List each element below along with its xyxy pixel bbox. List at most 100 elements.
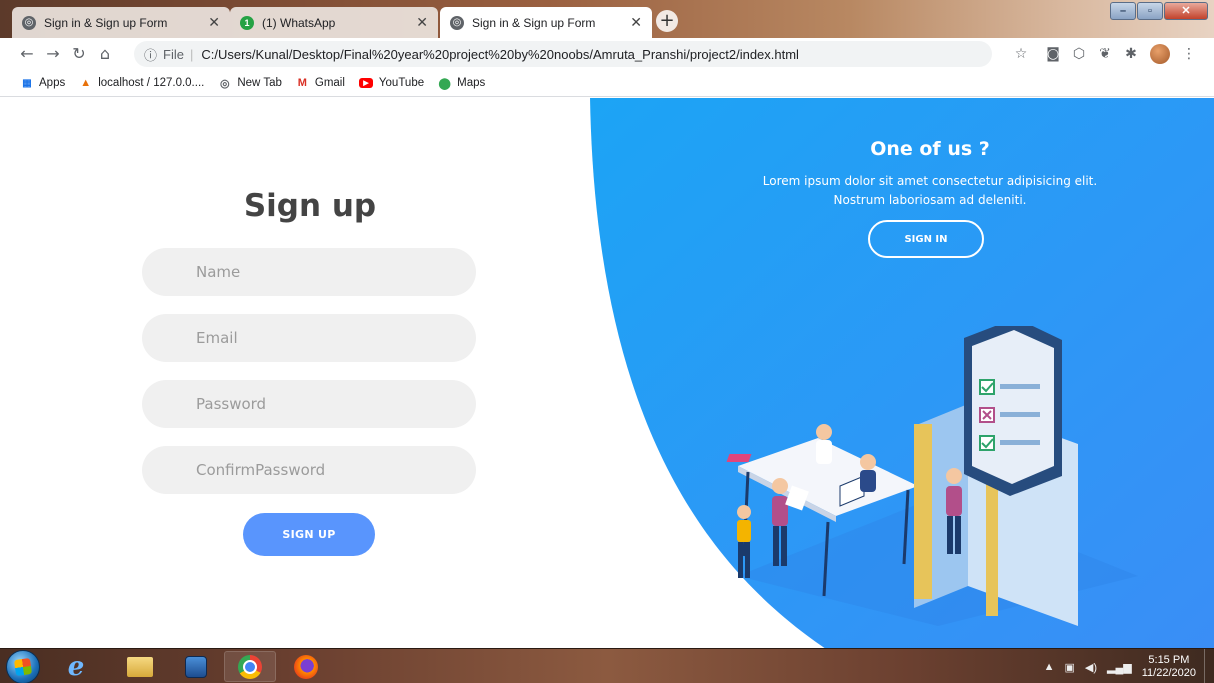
phpmyadmin-icon: ▲ xyxy=(80,77,92,89)
bookmarks-bar: ▦ Apps ▲ localhost / 127.0.0.... ◎ New T… xyxy=(0,70,1214,97)
taskbar-ie[interactable]: e xyxy=(50,651,102,682)
bookmark-label: New Tab xyxy=(237,77,282,89)
chrome-icon xyxy=(238,654,262,679)
maximize-button[interactable]: ▫ xyxy=(1137,2,1163,20)
person-head xyxy=(946,468,962,484)
clock-time: 5:15 PM xyxy=(1148,654,1190,666)
leaf-extension-icon[interactable]: ❦ xyxy=(1092,41,1118,67)
minimize-button[interactable]: – xyxy=(1110,2,1136,20)
close-tab-icon[interactable]: ✕ xyxy=(630,14,642,31)
new-tab-plus-icon[interactable]: + xyxy=(656,10,678,32)
whatsapp-icon: 1 xyxy=(240,15,254,30)
email-input[interactable] xyxy=(142,314,476,362)
promo-text-line1: Lorem ipsum dolor sit amet consectetur a… xyxy=(762,174,1098,188)
bookmark-new-tab[interactable]: ◎ New Tab xyxy=(218,77,282,90)
person-head xyxy=(860,454,876,470)
name-input[interactable] xyxy=(142,248,476,296)
bookmark-label: Apps xyxy=(39,77,66,89)
system-tray: ▲ ▣ ◀) ▂▄▆ 5:15 PM 11/22/2020 xyxy=(1044,653,1196,681)
list-line xyxy=(1000,440,1040,445)
bookmark-label: YouTube xyxy=(378,77,425,89)
browser-toolbar: ← → ↻ ⌂ ⓘ File | C:/Users/Kunal/Desktop/… xyxy=(0,38,1214,70)
tab-title: (1) WhatsApp xyxy=(262,15,336,30)
address-bar[interactable]: ⓘ File | C:/Users/Kunal/Desktop/Final%20… xyxy=(134,41,992,67)
menu-kebab-icon[interactable]: ⋮ xyxy=(1176,41,1202,67)
tray-expand-icon[interactable]: ▲ xyxy=(1044,661,1055,673)
bookmark-maps[interactable]: ⬤ Maps xyxy=(438,77,485,90)
shield-extension-icon[interactable]: ⬡ xyxy=(1066,41,1092,67)
promo-panel: One of us ? Lorem ipsum dolor sit amet c… xyxy=(720,138,1140,210)
taskbar-chrome[interactable] xyxy=(224,651,276,682)
network-icon[interactable]: ▣ xyxy=(1065,661,1075,674)
book xyxy=(726,454,752,462)
bookmark-apps[interactable]: ▦ Apps xyxy=(20,77,65,90)
youtube-icon: ▶ xyxy=(358,78,373,88)
list-line xyxy=(1000,384,1040,389)
person-leg xyxy=(947,516,953,554)
toolbar-extensions: ☆ ◙ ⬡ ❦ ✱ ⋮ xyxy=(1008,41,1202,67)
clock-date: 11/22/2020 xyxy=(1141,667,1196,679)
confirm-password-input[interactable] xyxy=(142,446,476,494)
taskbar-firefox[interactable] xyxy=(280,651,332,682)
bookmark-star-icon[interactable]: ☆ xyxy=(1008,41,1034,67)
bookmark-label: Maps xyxy=(457,77,486,89)
tab-whatsapp[interactable]: 1 (1) WhatsApp ✕ xyxy=(230,7,438,38)
signup-form: Sign up SIGN UP xyxy=(140,98,480,648)
volume-icon[interactable]: ◀) xyxy=(1085,661,1097,674)
promo-heading: One of us ? xyxy=(870,138,990,160)
person-body xyxy=(772,496,788,526)
bookmark-localhost[interactable]: ▲ localhost / 127.0.0.... xyxy=(79,77,204,90)
tab-signin-signup-active[interactable]: ◎ Sign in & Sign up Form ✕ xyxy=(440,7,652,38)
promo-text-line2: Nostrum laboriosam ad deleniti. xyxy=(833,193,1027,207)
puzzle-extensions-icon[interactable]: ✱ xyxy=(1118,41,1144,67)
taskbar-media-player[interactable] xyxy=(170,651,222,682)
forward-arrow-icon[interactable]: → xyxy=(40,41,66,67)
voting-office-illustration xyxy=(726,326,1138,626)
signup-title: Sign up xyxy=(243,188,377,224)
signin-button[interactable]: SIGN IN xyxy=(868,220,984,258)
globe-icon: ◎ xyxy=(450,15,464,30)
show-desktop-button[interactable] xyxy=(1204,649,1214,683)
address-url: C:/Users/Kunal/Desktop/Final%20year%20pr… xyxy=(201,46,799,62)
close-window-button[interactable]: ✕ xyxy=(1164,2,1208,20)
start-button[interactable] xyxy=(6,650,40,683)
person-leg xyxy=(781,526,787,566)
password-input[interactable] xyxy=(142,380,476,428)
person-body xyxy=(946,486,962,516)
taskbar-explorer[interactable] xyxy=(114,651,166,682)
windows-logo-icon xyxy=(13,657,33,677)
person-body xyxy=(816,440,832,464)
tab-signin-signup-1[interactable]: ◎ Sign in & Sign up Form ✕ xyxy=(12,7,230,38)
tab-title: Sign in & Sign up Form xyxy=(44,15,168,30)
page-viewport: Sign up SIGN UP One of us ? Lorem ipsum … xyxy=(0,98,1214,648)
back-arrow-icon[interactable]: ← xyxy=(14,41,40,67)
apps-grid-icon: ▦ xyxy=(22,77,31,89)
browser-tab-strip: ◎ Sign in & Sign up Form ✕ 1 (1) WhatsAp… xyxy=(0,0,1214,38)
bookmark-gmail[interactable]: M Gmail xyxy=(296,77,345,90)
globe-icon: ◎ xyxy=(22,15,36,30)
signal-icon[interactable]: ▂▄▆ xyxy=(1107,661,1132,674)
clock[interactable]: 5:15 PM 11/22/2020 xyxy=(1142,654,1196,680)
person-leg xyxy=(738,542,743,578)
bookmark-youtube[interactable]: ▶ YouTube xyxy=(358,77,425,89)
profile-avatar[interactable] xyxy=(1150,44,1170,64)
close-tab-icon[interactable]: ✕ xyxy=(416,14,428,31)
camera-extension-icon[interactable]: ◙ xyxy=(1040,41,1066,67)
media-player-icon xyxy=(185,655,207,678)
home-icon[interactable]: ⌂ xyxy=(92,41,118,67)
bookmark-label: localhost / 127.0.0.... xyxy=(98,77,205,89)
reload-icon[interactable]: ↻ xyxy=(66,41,92,67)
person-body xyxy=(860,470,876,492)
close-tab-icon[interactable]: ✕ xyxy=(208,14,220,31)
person-leg xyxy=(745,542,750,578)
list-line xyxy=(1000,412,1040,417)
info-icon[interactable]: ⓘ xyxy=(144,45,157,64)
person-body xyxy=(737,520,751,542)
person-head xyxy=(816,424,832,440)
windows-taskbar: e ▲ ▣ ◀) ▂▄▆ 5:15 PM 11/22/2020 xyxy=(0,648,1214,683)
internet-explorer-icon: e xyxy=(67,651,85,682)
signup-button[interactable]: SIGN UP xyxy=(243,513,375,556)
person-head xyxy=(772,478,788,494)
tab-title: Sign in & Sign up Form xyxy=(472,15,596,30)
person-leg xyxy=(955,516,961,554)
